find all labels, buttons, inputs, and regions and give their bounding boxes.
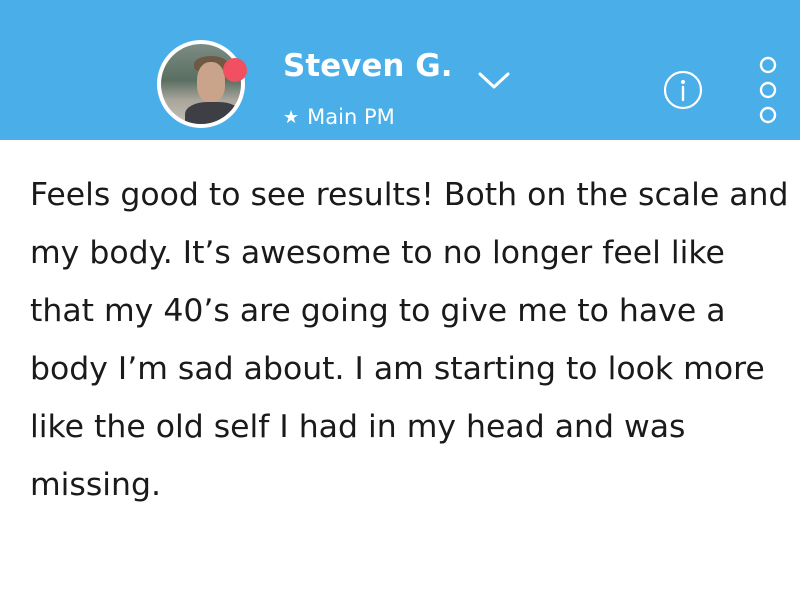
status-dot xyxy=(223,58,247,82)
contact-name[interactable]: Steven G. xyxy=(283,46,453,86)
avatar-face xyxy=(197,62,225,102)
more-vertical-icon[interactable] xyxy=(755,55,781,125)
message-text: Feels good to see results! Both on the s… xyxy=(30,177,789,503)
avatar-photo xyxy=(161,44,241,124)
chat-header: Steven G. ★ Main PM xyxy=(0,0,800,140)
avatar[interactable] xyxy=(157,40,245,128)
star-icon: ★ xyxy=(283,106,300,128)
subtitle-label: Main PM xyxy=(307,105,395,129)
chevron-down-icon[interactable] xyxy=(476,70,512,92)
avatar-shirt xyxy=(185,102,241,124)
info-icon[interactable] xyxy=(663,70,703,110)
chat-subtitle: ★ Main PM xyxy=(283,100,395,134)
